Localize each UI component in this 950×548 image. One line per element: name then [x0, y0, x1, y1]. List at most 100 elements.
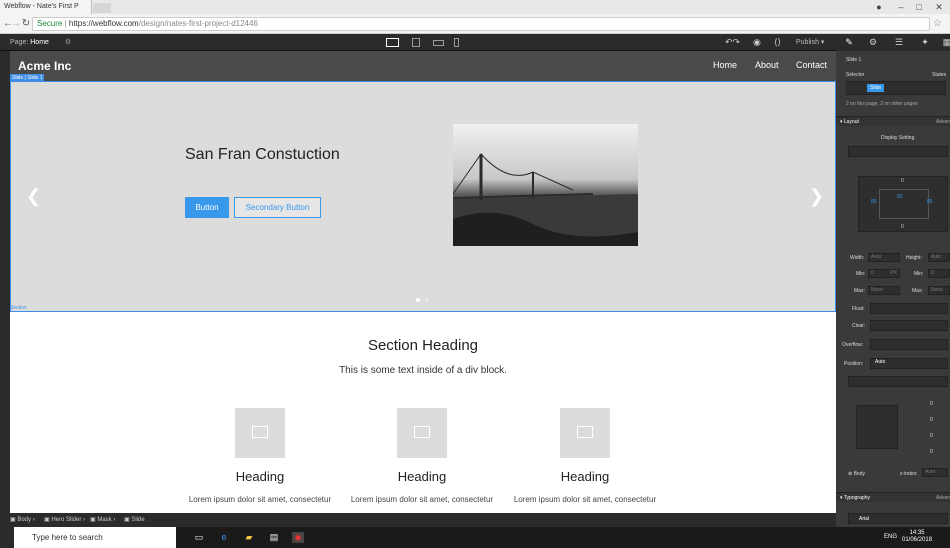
- clock[interactable]: 14:35 01/06/2018: [902, 530, 932, 544]
- card-heading: Heading: [235, 469, 285, 484]
- font-select[interactable]: Arial: [848, 513, 948, 524]
- hero-title[interactable]: San Fran Constuction: [185, 146, 340, 164]
- file-explorer-icon[interactable]: ▰: [243, 532, 255, 543]
- card-heading: Heading: [560, 469, 610, 484]
- image-placeholder-icon: [397, 408, 447, 458]
- section-selection-tag: Section: [10, 305, 27, 311]
- breadcrumb: ▣ Body › ▣ Hero Slider › ▣ Mask › ▣ Slid…: [0, 513, 836, 527]
- settings-gear-icon[interactable]: ⚙: [862, 34, 884, 51]
- feature-card[interactable]: Heading Lorem ipsum dolor sit amet, cons…: [175, 408, 345, 504]
- preview-icon[interactable]: ◉: [753, 36, 761, 49]
- slider-next-icon[interactable]: ❯: [809, 186, 824, 207]
- navigator-icon[interactable]: ☰: [888, 34, 910, 51]
- design-canvas: Acme Inc Home About Contact San Fran Con…: [10, 51, 836, 513]
- width-input[interactable]: Auto: [868, 253, 900, 262]
- position-offset-editor[interactable]: [856, 405, 898, 449]
- states-label[interactable]: States: [932, 72, 946, 78]
- nav-link-home[interactable]: Home: [713, 60, 737, 70]
- url-input[interactable]: Secure | https://webflow.com/design/nate…: [32, 17, 930, 31]
- browser-tab[interactable]: Webflow - Nate's First P: [0, 0, 92, 14]
- nav-link-about[interactable]: About: [755, 60, 779, 70]
- taskbar-search-input[interactable]: Type here to search: [14, 527, 176, 548]
- new-tab-button[interactable]: [93, 3, 111, 13]
- max-height-input[interactable]: None: [928, 286, 950, 295]
- section-heading[interactable]: Section Heading: [10, 337, 836, 354]
- store-icon[interactable]: ▤: [268, 532, 280, 543]
- breadcrumb-slide[interactable]: ▣ Slide: [120, 513, 145, 527]
- mobile-landscape-icon[interactable]: [433, 40, 444, 46]
- display-setting-label: Display Setting: [881, 135, 915, 141]
- image-placeholder-icon: [560, 408, 610, 458]
- language-indicator[interactable]: ENG: [884, 534, 897, 540]
- clear-options[interactable]: [870, 320, 948, 331]
- card-text: Lorem ipsum dolor sit amet, consectetur …: [188, 495, 332, 504]
- windows-taskbar: Type here to search ▭ e ▰ ▤ ◉ ENG 14:35 …: [0, 527, 950, 548]
- zindex-input[interactable]: Auto: [922, 468, 948, 477]
- position-options[interactable]: Auto: [870, 358, 948, 369]
- slider-dot[interactable]: [425, 298, 429, 302]
- max-width-input[interactable]: None: [868, 286, 900, 295]
- height-input[interactable]: Auto: [928, 253, 950, 262]
- layout-section-header[interactable]: ▾ Layout Advan: [836, 116, 950, 126]
- min-height-input[interactable]: 0: [928, 269, 950, 278]
- browser-tab-strip: Webflow - Nate's First P ● – □ ✕: [0, 0, 950, 14]
- section-text[interactable]: This is some text inside of a div block.: [10, 365, 836, 376]
- style-brush-icon[interactable]: ✎: [838, 34, 860, 51]
- min-width-input[interactable]: 0 PX: [868, 269, 900, 278]
- address-bar: ← → ↻ Secure | https://webflow.com/desig…: [0, 14, 950, 34]
- hero-slider[interactable]: San Fran Constuction Button Secondary Bu…: [10, 81, 836, 312]
- primary-button[interactable]: Button: [185, 197, 229, 218]
- secondary-button[interactable]: Secondary Button: [234, 197, 321, 218]
- image-placeholder-icon: [235, 408, 285, 458]
- minimize-icon[interactable]: –: [895, 1, 907, 13]
- box-model-editor[interactable]: 85 85 92 0 0: [858, 176, 948, 232]
- interactions-icon[interactable]: ✦: [914, 34, 936, 51]
- url-host: https://webflow.com: [68, 19, 139, 28]
- breadcrumb-mask[interactable]: ▣ Mask ›: [86, 513, 115, 527]
- undo-icon[interactable]: ↶↷: [725, 36, 740, 49]
- publish-button[interactable]: Publish ▾: [796, 34, 824, 51]
- settings-icon[interactable]: ⚙: [65, 39, 71, 46]
- page-selector[interactable]: Page: Home ⚙: [10, 34, 71, 51]
- display-options[interactable]: [848, 146, 948, 157]
- selector-chip[interactable]: Slide: [867, 84, 885, 92]
- card-heading: Heading: [397, 469, 447, 484]
- feature-card[interactable]: Heading Lorem ipsum dolor sit amet, cons…: [500, 408, 670, 504]
- float-options[interactable]: [870, 303, 948, 314]
- position-presets[interactable]: [848, 376, 948, 387]
- mobile-portrait-icon[interactable]: [454, 38, 459, 47]
- slide-selection-tag: Slide | Slide 1: [10, 74, 45, 82]
- edge-icon[interactable]: e: [218, 532, 230, 543]
- selector-input[interactable]: Slide: [846, 81, 946, 95]
- feature-card[interactable]: Heading Lorem ipsum dolor sit amet, cons…: [337, 408, 507, 504]
- maximize-icon[interactable]: □: [913, 1, 925, 13]
- designer-top-bar: Page: Home ⚙ ↶↷ ◉ ⟨⟩ Publish ▾: [0, 34, 950, 51]
- breadcrumb-hero-slider[interactable]: ▣ Hero Slider ›: [40, 513, 85, 527]
- card-text: Lorem ipsum dolor sit amet, consectetur …: [350, 495, 494, 504]
- slider-dot-active[interactable]: [416, 298, 420, 302]
- url-path: /design/nates-first-project-d12446: [138, 19, 258, 28]
- site-brand[interactable]: Acme Inc: [18, 59, 71, 73]
- selector-label: Selector: [846, 72, 865, 78]
- reload-icon[interactable]: ↻: [20, 18, 32, 30]
- assets-icon[interactable]: ▦: [936, 34, 950, 51]
- relative-to-body: ⊕ Body: [848, 471, 865, 477]
- bookmark-star-icon[interactable]: ☆: [933, 18, 942, 29]
- breadcrumb-body[interactable]: ▣ Body ›: [6, 513, 35, 527]
- typography-section-header[interactable]: ▾ Typography Advan: [836, 492, 950, 502]
- account-icon[interactable]: ●: [873, 1, 885, 13]
- slider-prev-icon[interactable]: ❮: [26, 186, 41, 207]
- nav-link-contact[interactable]: Contact: [796, 60, 827, 70]
- start-button[interactable]: [0, 527, 14, 548]
- page-name: Home: [30, 39, 49, 46]
- chrome-icon[interactable]: ◉: [292, 532, 304, 543]
- site-navbar[interactable]: Acme Inc Home About Contact: [10, 51, 836, 81]
- golden-gate-image[interactable]: [453, 124, 638, 246]
- close-icon[interactable]: ✕: [933, 1, 945, 13]
- element-name: Slide 1: [846, 57, 862, 63]
- task-view-icon[interactable]: ▭: [193, 532, 205, 543]
- desktop-view-icon[interactable]: [386, 38, 399, 47]
- overflow-options[interactable]: [870, 339, 948, 350]
- code-icon[interactable]: ⟨⟩: [774, 36, 781, 49]
- tablet-view-icon[interactable]: [412, 38, 420, 47]
